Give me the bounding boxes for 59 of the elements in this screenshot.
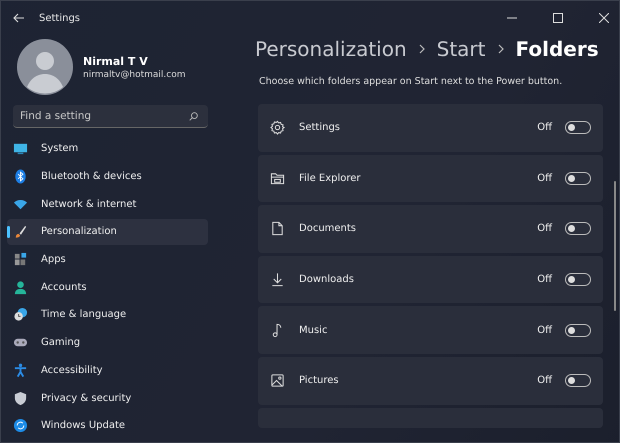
breadcrumb-item[interactable]: Personalization	[255, 37, 407, 61]
sidebar-item[interactable]: Time & language	[7, 302, 208, 328]
maximize-icon[interactable]	[553, 13, 563, 23]
folder-label: Settings	[299, 122, 342, 134]
document-icon	[270, 221, 285, 236]
toggle-switch[interactable]	[565, 121, 591, 134]
search-icon	[189, 112, 198, 121]
breadcrumb-item: Folders	[516, 37, 599, 61]
sidebar-item[interactable]: Gaming	[7, 330, 208, 356]
gear-icon	[270, 120, 285, 136]
description-text: Choose which folders appear on Start next to the Power button.	[259, 76, 564, 87]
toggle-switch[interactable]	[565, 222, 591, 236]
monitor-icon	[13, 141, 28, 156]
folder-label: Downloads	[299, 274, 355, 286]
profile-email: nirmaltv@hotmail.com	[83, 70, 186, 80]
bluetooth-icon	[13, 169, 28, 184]
sidebar-item[interactable]: Apps	[7, 246, 208, 272]
sidebar-item[interactable]: System	[7, 136, 208, 162]
folder-label: Pictures	[299, 375, 340, 386]
shield-icon	[13, 390, 28, 406]
scrollbar-thumb[interactable]	[614, 181, 616, 311]
folder-label: Music	[299, 324, 328, 336]
search-field[interactable]: Find a setting	[13, 105, 208, 128]
toggle-switch[interactable]	[565, 273, 591, 286]
sidebar-item[interactable]: Bluetooth & devices	[7, 164, 208, 190]
back-arrow-icon[interactable]	[13, 13, 25, 23]
refresh-icon	[13, 418, 28, 434]
avatar-silhouette	[17, 39, 73, 95]
toggle-state-text: Off	[537, 172, 552, 184]
toggle-switch[interactable]	[565, 172, 591, 185]
accessibility-icon	[13, 362, 28, 378]
paintbrush-icon	[13, 224, 28, 240]
download-icon	[270, 272, 285, 288]
toggle-state-text: Off	[537, 122, 552, 134]
chevron-right-icon	[418, 44, 425, 54]
sidebar-item[interactable]: Accounts	[7, 274, 208, 300]
toggle-state-text: Off	[537, 223, 552, 234]
apps-icon	[13, 252, 28, 268]
toggle-state-text: Off	[537, 375, 552, 386]
picture-icon	[270, 373, 285, 388]
toggle-state-text: Off	[537, 324, 552, 336]
window-title: Settings	[39, 12, 80, 24]
person-icon	[13, 280, 28, 295]
chevron-right-icon	[498, 44, 504, 54]
folder-icon	[270, 170, 285, 186]
sidebar-item[interactable]: Windows Update	[7, 412, 208, 439]
sidebar-item[interactable]: Privacy & security	[7, 385, 208, 411]
sidebar-item[interactable]: Network & internet	[7, 191, 208, 218]
clock-globe-icon	[13, 307, 28, 322]
toggle-switch[interactable]	[565, 374, 591, 388]
toggle-state-text: Off	[537, 274, 552, 286]
folder-label: File Explorer	[299, 172, 362, 184]
sidebar-item[interactable]: Personalization	[7, 219, 208, 245]
close-icon[interactable]	[599, 13, 609, 23]
breadcrumb-item[interactable]: Start	[436, 37, 486, 61]
folder-label: Documents	[299, 223, 358, 234]
sidebar-item[interactable]: Accessibility	[7, 358, 208, 384]
toggle-switch[interactable]	[565, 324, 591, 337]
profile-name: Nirmal T V	[83, 54, 149, 68]
